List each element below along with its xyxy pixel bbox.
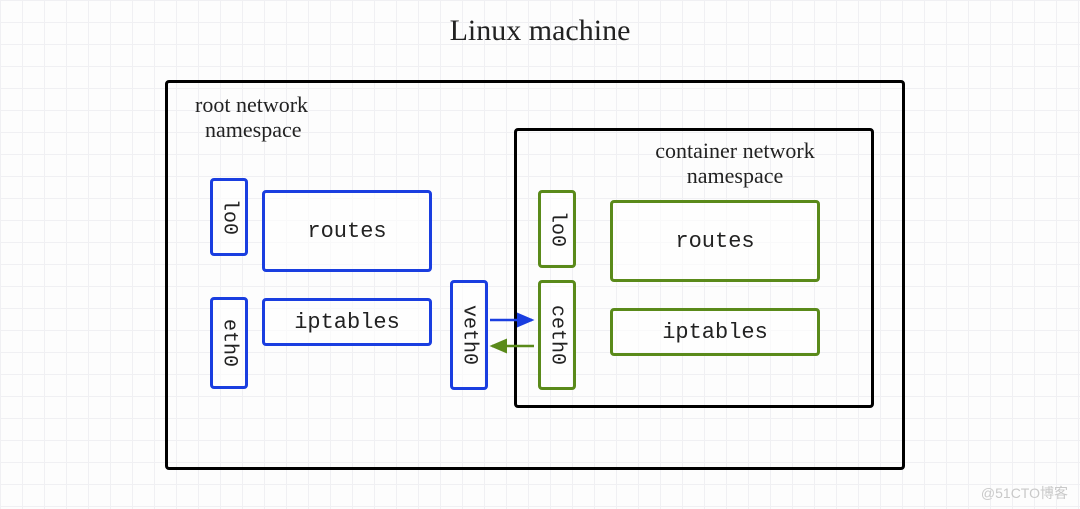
ceth0: ceth0 xyxy=(538,280,576,390)
diagram-canvas: Linux machine root network namespace lo0… xyxy=(0,0,1080,509)
container-iptables: iptables xyxy=(610,308,820,356)
container-routes: routes xyxy=(610,200,820,282)
root-eth0: eth0 xyxy=(210,297,248,389)
root-iptables: iptables xyxy=(262,298,432,346)
watermark: @51CTO博客 xyxy=(981,483,1068,503)
container-lo0: lo0 xyxy=(538,190,576,268)
arrow-veth-to-ceth xyxy=(488,310,538,330)
container-namespace-label-line2: namespace xyxy=(687,163,784,188)
arrow-ceth-to-veth xyxy=(488,336,538,356)
root-routes: routes xyxy=(262,190,432,272)
root-namespace-label-line2: namespace xyxy=(195,117,302,142)
root-namespace-label-line1: root network xyxy=(195,92,308,117)
diagram-title: Linux machine xyxy=(0,14,1080,48)
container-namespace-label-line1: container network xyxy=(655,138,814,163)
veth0: veth0 xyxy=(450,280,488,390)
root-lo0: lo0 xyxy=(210,178,248,256)
root-namespace-label: root network namespace xyxy=(195,92,405,143)
container-namespace-label: container network namespace xyxy=(610,138,860,189)
